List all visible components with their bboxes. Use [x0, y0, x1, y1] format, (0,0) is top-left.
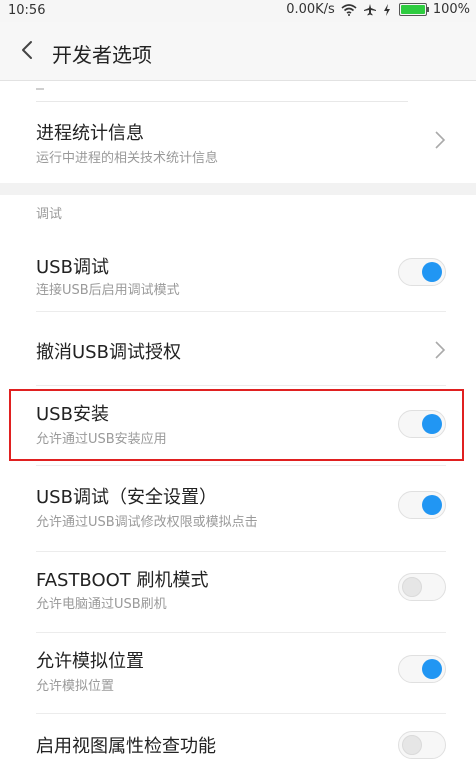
status-time: 10:56 [8, 3, 46, 18]
title-bar: 开发者选项 [0, 22, 476, 81]
airplane-icon [363, 3, 376, 15]
item-subtitle: 允许通过USB调试修改权限或模拟点击 [36, 515, 258, 530]
item-subtitle: 运行中进程的相关技术统计信息 [36, 151, 219, 166]
chevron-right-icon [435, 341, 446, 359]
list-item-revoke-usb-auth[interactable]: 撤消USB调试授权 [0, 312, 476, 385]
list-item-fastboot[interactable]: FASTBOOT 刷机模式 允许电脑通过USB刷机 [0, 552, 476, 632]
status-icons: 0.00K/s 100% [286, 2, 470, 17]
view-attribute-toggle[interactable] [398, 731, 446, 759]
item-title: 撤消USB调试授权 [36, 342, 181, 363]
item-subtitle: 允许电脑通过USB刷机 [36, 597, 167, 612]
item-title: 允许模拟位置 [36, 651, 144, 672]
item-title: USB调试 [36, 257, 109, 278]
section-gap [0, 183, 476, 195]
charging-icon [383, 3, 390, 16]
previous-item-sliver [0, 81, 476, 102]
item-title: FASTBOOT 刷机模式 [36, 570, 209, 591]
item-subtitle: 连接USB后启用调试模式 [36, 283, 180, 298]
fastboot-toggle[interactable] [398, 573, 446, 601]
usb-debug-security-toggle[interactable] [398, 491, 446, 519]
item-title: 启用视图属性检查功能 [36, 736, 216, 757]
highlight-box [9, 389, 464, 461]
usb-debugging-toggle[interactable] [398, 258, 446, 286]
wifi-icon [341, 3, 357, 16]
list-item-usb-debug-security[interactable]: USB调试（安全设置） 允许通过USB调试修改权限或模拟点击 [0, 471, 476, 551]
back-arrow-icon[interactable] [18, 40, 38, 60]
page-title: 开发者选项 [52, 43, 152, 67]
item-subtitle: 允许模拟位置 [36, 679, 115, 694]
list-item-view-attribute-inspection[interactable]: 启用视图属性检查功能 [0, 714, 476, 762]
status-bar: 10:56 0.00K/s 100% [0, 0, 476, 22]
list-item-mock-location[interactable]: 允许模拟位置 允许模拟位置 [0, 633, 476, 713]
mock-location-toggle[interactable] [398, 655, 446, 683]
item-title: USB调试（安全设置） [36, 487, 217, 508]
net-speed: 0.00K/s [286, 2, 335, 17]
section-label-debug: 调试 [36, 207, 63, 222]
battery-icon [398, 3, 429, 16]
battery-percent: 100% [432, 2, 470, 17]
list-item-usb-debugging[interactable]: USB调试 连接USB后启用调试模式 [0, 231, 476, 311]
battery-fill [400, 5, 425, 14]
chevron-right-icon [435, 131, 446, 149]
list-item-process-stats[interactable]: 进程统计信息 运行中进程的相关技术统计信息 [0, 101, 476, 183]
item-title: 进程统计信息 [36, 123, 144, 144]
